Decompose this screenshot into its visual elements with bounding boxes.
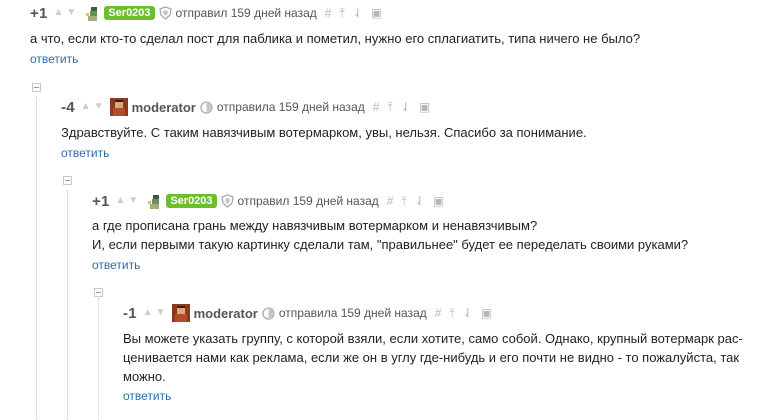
comment-line: И, если первыми такую картинку сделали т… (92, 237, 689, 252)
comment-line: а где прописана грань между навязчивым в… (92, 218, 538, 233)
shield-icon (158, 6, 172, 20)
comment-line: Вы можете указать группу, с которой взял… (123, 331, 743, 346)
comment-text: а что, если кто-то сделал пост для пабли… (30, 29, 640, 48)
comment-timestamp: отправил 159 дней назад (237, 194, 379, 208)
comment-timestamp: отправила 159 дней назад (278, 306, 427, 320)
comment-text: а где прописана грань между навязчивым в… (92, 216, 688, 254)
vote-up-icon[interactable]: ▲ (54, 8, 64, 18)
avatar[interactable] (171, 304, 190, 322)
vote-up-icon[interactable]: ▲ (143, 308, 153, 318)
moderator-icon (200, 100, 213, 114)
save-icon[interactable]: ▣ (371, 7, 382, 19)
comment-line: Здравствуйте. С таким навязчивым вотерма… (61, 125, 587, 140)
vote-down-icon[interactable]: ▼ (156, 308, 166, 318)
username-badge[interactable]: Ser0203 (104, 6, 155, 20)
branch-icon[interactable]: ⇃ (401, 101, 411, 113)
arrow-up-icon[interactable]: ⤒ (449, 307, 454, 319)
comment-timestamp: отправил 159 дней назад (175, 6, 317, 20)
comment-timestamp: отправила 159 дней назад (216, 100, 365, 114)
moderator-icon (262, 306, 275, 320)
reply-link[interactable]: ответить (92, 258, 140, 272)
arrow-up-icon[interactable]: ⤒ (339, 7, 344, 19)
thread-line (67, 190, 68, 420)
hash-link-icon[interactable]: # (325, 7, 332, 19)
comment-score: +1 (92, 192, 110, 210)
avatar[interactable] (109, 98, 128, 116)
branch-icon[interactable]: ⇃ (463, 307, 473, 319)
thread-line (36, 96, 37, 420)
avatar[interactable] (82, 4, 101, 22)
collapse-icon[interactable] (63, 176, 72, 185)
username-badge[interactable]: Ser0203 (166, 194, 217, 208)
collapse-icon[interactable] (32, 83, 41, 92)
arrow-up-icon[interactable]: ⤒ (401, 195, 406, 207)
comment-score: -1 (123, 304, 137, 322)
reply-link[interactable]: ответить (30, 52, 78, 66)
hash-link-icon[interactable]: # (387, 195, 394, 207)
vote-up-icon[interactable]: ▲ (81, 102, 91, 112)
vote-down-icon[interactable]: ▼ (66, 8, 76, 18)
save-icon[interactable]: ▣ (419, 101, 430, 113)
comment-header: -4 ▲ ▼ moderator отправила 159 дней наза… (61, 97, 430, 117)
avatar[interactable] (144, 192, 163, 210)
reply-link[interactable]: ответить (123, 389, 171, 403)
comment-line: ценивается нами как реклама, если же он … (123, 350, 740, 365)
hash-link-icon[interactable]: # (373, 101, 380, 113)
comment-score: -4 (61, 98, 75, 116)
comment-header: +1 ▲ ▼ Ser0203 отправил 159 дней назад #… (30, 3, 382, 23)
comment-header: +1 ▲ ▼ Ser0203 отправил 159 дней назад #… (92, 191, 444, 211)
hash-link-icon[interactable]: # (435, 307, 442, 319)
save-icon[interactable]: ▣ (481, 307, 492, 319)
comment-text: Вы можете указать группу, с которой взял… (123, 329, 743, 386)
arrow-up-icon[interactable]: ⤒ (387, 101, 392, 113)
vote-down-icon[interactable]: ▼ (94, 102, 104, 112)
vote-down-icon[interactable]: ▼ (128, 196, 138, 206)
reply-link[interactable]: ответить (61, 146, 109, 160)
comment-header: -1 ▲ ▼ moderator отправила 159 дней наза… (123, 303, 492, 323)
comment-line: а что, если кто-то сделал пост для пабли… (30, 31, 641, 46)
username[interactable]: moderator (194, 306, 258, 321)
shield-icon (220, 194, 234, 208)
thread-line (98, 298, 99, 420)
collapse-icon[interactable] (94, 288, 103, 297)
comment-score: +1 (30, 4, 48, 22)
username[interactable]: moderator (132, 100, 196, 115)
branch-icon[interactable]: ⇃ (353, 7, 363, 19)
comment-text: Здравствуйте. С таким навязчивым вотерма… (61, 123, 587, 142)
vote-up-icon[interactable]: ▲ (116, 196, 126, 206)
comment-line: можно. (123, 369, 166, 384)
branch-icon[interactable]: ⇃ (415, 195, 425, 207)
save-icon[interactable]: ▣ (433, 195, 444, 207)
